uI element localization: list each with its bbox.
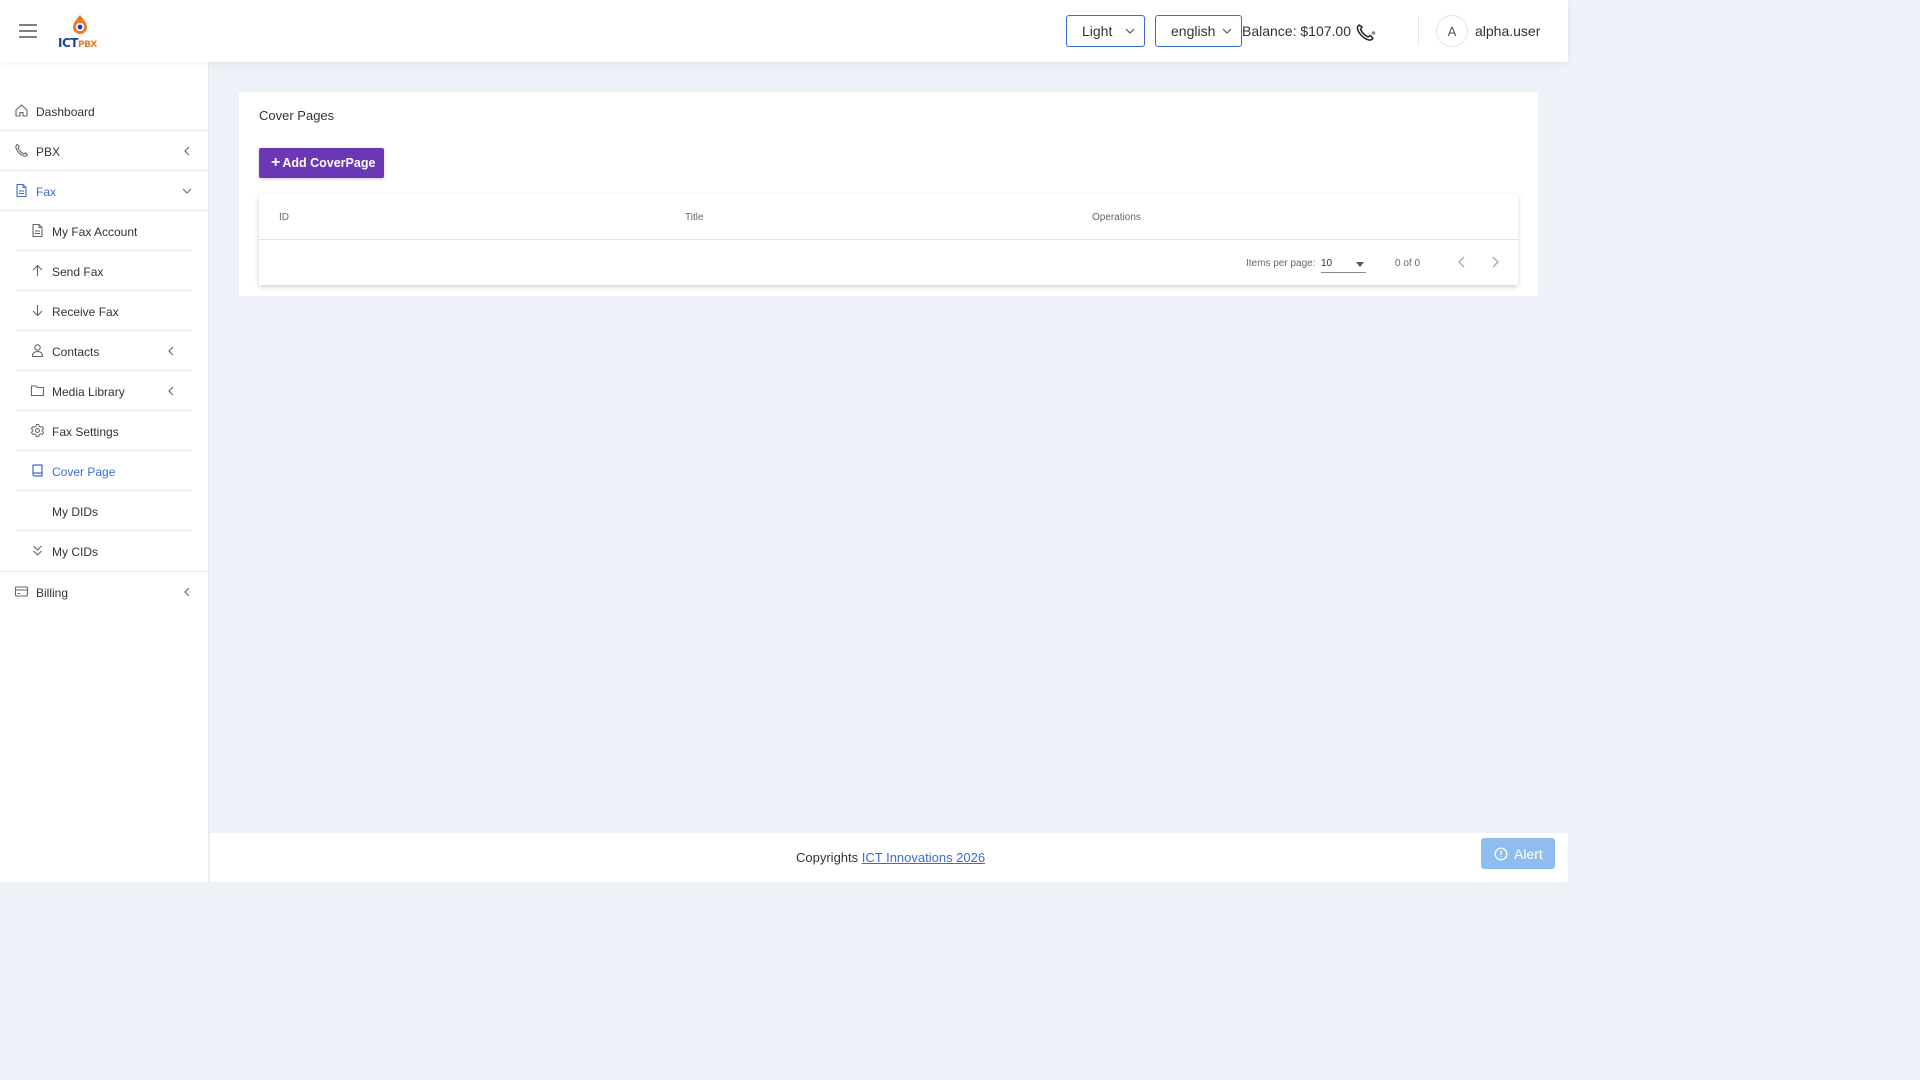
- items-per-page-select[interactable]: 10: [1321, 252, 1366, 273]
- sidebar-item-label: My CIDs: [52, 545, 98, 559]
- page-range-label: 0 of 0: [1395, 258, 1421, 269]
- username[interactable]: alpha.user: [1475, 23, 1540, 39]
- sidebar-item-my-dids[interactable]: My DIDs: [16, 491, 192, 531]
- phone-icon: [15, 143, 29, 157]
- column-header-title[interactable]: Title: [685, 212, 704, 223]
- language-select-value: english: [1171, 23, 1216, 39]
- sidebar-item-label: My DIDs: [52, 505, 98, 519]
- sidebar-item-label: Fax Settings: [52, 425, 119, 439]
- billing-icon: [14, 586, 29, 597]
- document-icon: [32, 223, 43, 238]
- chevron-left-icon: [168, 346, 174, 356]
- sidebar-item-label: PBX: [36, 145, 61, 159]
- sidebar-item-pbx[interactable]: PBX: [0, 131, 209, 171]
- arrow-up-icon: [32, 264, 43, 276]
- chevron-left-icon: [184, 146, 190, 156]
- page-title: Cover Pages: [259, 108, 335, 123]
- items-per-page-label: Items per page:: [1246, 258, 1316, 269]
- footer-copyright: Copyrights ICT Innovations 2026: [796, 850, 985, 865]
- header-divider: [1418, 16, 1419, 46]
- footer: Copyrights ICT Innovations 2026: [210, 833, 1568, 882]
- sidebar-item-label: Send Fax: [52, 265, 104, 279]
- sidebar-item-label: Media Library: [52, 385, 125, 399]
- document-icon: [16, 183, 27, 198]
- sidebar-item-label: Billing: [36, 586, 69, 600]
- add-coverpage-button[interactable]: + Add CoverPage: [259, 148, 384, 178]
- sidebar-item-label: My Fax Account: [52, 225, 138, 239]
- sidebar-item-my-cids[interactable]: My CIDs: [16, 531, 192, 571]
- column-header-operations: Operations: [1092, 212, 1141, 223]
- double-chevron-down-icon: [33, 545, 42, 556]
- chevron-left-icon: [168, 386, 174, 396]
- chevron-left-icon: [1458, 256, 1465, 268]
- cover-pages-card: Cover Pages + Add CoverPage ID Title Ope…: [239, 92, 1538, 296]
- chevron-down-icon: [182, 188, 192, 194]
- table-header: ID Title Operations: [259, 194, 1518, 240]
- theme-select-value: Light: [1082, 23, 1113, 39]
- chevron-down-icon: [1222, 28, 1232, 34]
- footer-text: Copyrights: [796, 850, 859, 865]
- sidebar-item-billing[interactable]: Billing: [0, 571, 209, 611]
- balance-display: Balance: $107.00: [1242, 23, 1351, 39]
- next-page-button[interactable]: [1484, 251, 1506, 273]
- sidebar-item-label: Receive Fax: [52, 305, 119, 319]
- book-icon: [32, 464, 43, 477]
- phone-status-icon[interactable]: [1355, 22, 1377, 42]
- top-header: ICTPBX Light english Balance: $107.00 A …: [0, 0, 1568, 62]
- theme-select[interactable]: Light: [1066, 15, 1145, 47]
- cover-pages-table: ID Title Operations Items per page: 10 0…: [259, 194, 1518, 285]
- sidebar-item-receive-fax[interactable]: Receive Fax: [16, 291, 192, 331]
- sidebar-item-send-fax[interactable]: Send Fax: [16, 251, 192, 291]
- footer-link[interactable]: ICT Innovations 2026: [862, 850, 985, 865]
- chevron-left-icon: [184, 587, 190, 597]
- chevron-right-icon: [1492, 256, 1499, 268]
- sidebar-item-my-fax-account[interactable]: My Fax Account: [16, 211, 192, 251]
- previous-page-button[interactable]: [1451, 251, 1473, 273]
- hamburger-menu-icon[interactable]: [16, 20, 40, 42]
- alert-circle-icon: [1494, 847, 1508, 860]
- avatar[interactable]: A: [1436, 15, 1468, 47]
- add-coverpage-label: Add CoverPage: [282, 156, 376, 170]
- sidebar: Dashboard PBX Fax My Fax Account Send Fa…: [0, 62, 209, 882]
- gear-icon: [30, 424, 45, 437]
- sidebar-item-dashboard[interactable]: Dashboard: [0, 91, 209, 131]
- sidebar-item-media-library[interactable]: Media Library: [16, 371, 192, 411]
- sidebar-item-fax-settings[interactable]: Fax Settings: [16, 411, 192, 451]
- plus-icon: +: [271, 154, 281, 171]
- paginator: Items per page: 10 0 of 0: [259, 240, 1518, 285]
- sidebar-item-label: Dashboard: [36, 105, 95, 119]
- folder-icon: [30, 385, 45, 397]
- sidebar-item-label: Cover Page: [52, 465, 116, 479]
- chevron-down-icon: [1125, 28, 1135, 34]
- language-select[interactable]: english: [1155, 15, 1242, 47]
- column-header-id[interactable]: ID: [279, 212, 289, 223]
- alert-label: Alert: [1514, 845, 1543, 862]
- person-icon: [31, 344, 44, 358]
- sidebar-item-cover-page[interactable]: Cover Page: [16, 451, 192, 491]
- sidebar-item-label: Fax: [36, 185, 57, 199]
- caret-down-icon: [1356, 262, 1364, 267]
- arrow-down-icon: [32, 305, 43, 317]
- items-per-page-value: 10: [1321, 258, 1333, 269]
- sidebar-item-contacts[interactable]: Contacts: [16, 331, 192, 371]
- sidebar-nav: Dashboard PBX Fax My Fax Account Send Fa…: [0, 91, 209, 611]
- sidebar-item-label: Contacts: [52, 345, 100, 359]
- app-logo[interactable]: ICTPBX: [58, 14, 102, 50]
- home-icon: [15, 104, 28, 117]
- alert-button[interactable]: Alert: [1481, 838, 1555, 869]
- sidebar-item-fax[interactable]: Fax: [0, 171, 209, 211]
